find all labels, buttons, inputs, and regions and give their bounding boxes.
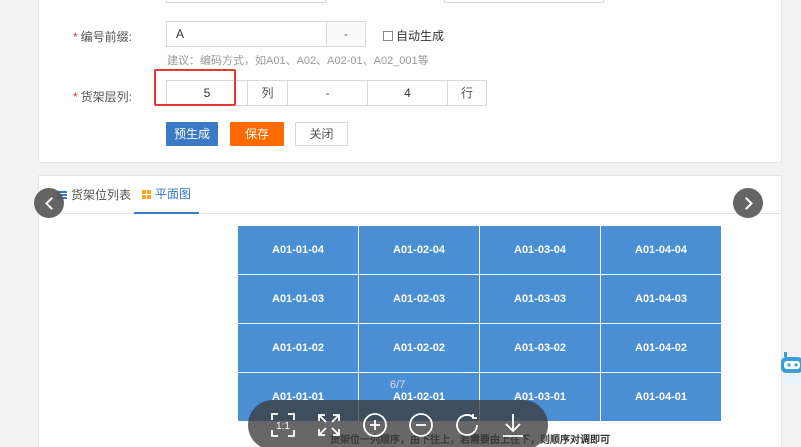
shelf-cell[interactable]: A01-04-04 [601, 226, 721, 274]
close-button[interactable]: 关闭 [295, 122, 348, 146]
required-mark: * [72, 30, 78, 44]
fullscreen-icon[interactable] [314, 410, 344, 440]
shelf-cell[interactable]: A01-03-04 [480, 226, 600, 274]
shelf-grid: A01-01-04 A01-02-04 A01-03-04 A01-04-04 … [238, 226, 721, 421]
shelf-cell[interactable]: A01-02-04 [359, 226, 479, 274]
rotate-icon[interactable] [452, 410, 482, 440]
chevron-left-icon [44, 196, 58, 210]
chevron-right-icon [739, 196, 753, 210]
zoom-in-icon[interactable] [360, 410, 390, 440]
tab-floor-plan-label: 平面图 [155, 187, 192, 201]
tab-floor-plan[interactable]: 平面图 [134, 176, 200, 214]
shelf-cell[interactable]: A01-04-03 [601, 275, 721, 323]
upper-input-stub[interactable] [166, 0, 326, 3]
prefix-label-text: 编号前缀: [80, 30, 132, 44]
tab-bar: 货架位列表 平面图 [39, 176, 781, 214]
prefix-label: * 编号前缀: [60, 28, 132, 45]
prefix-hint: 建议：编码方式，如A01、A02、A02-01、A02_001等 [167, 55, 429, 67]
auto-generate-label: 自动生成 [396, 29, 445, 43]
shelf-cell[interactable]: A01-04-02 [601, 324, 721, 372]
previous-image-button[interactable] [34, 188, 64, 218]
shelf-cell[interactable]: A01-03-03 [480, 275, 600, 323]
download-icon[interactable] [498, 410, 528, 440]
grid-icon [142, 189, 151, 199]
next-image-button[interactable] [733, 188, 763, 218]
required-mark: * [72, 90, 78, 104]
viewer-toolbar: 1:1 [248, 400, 548, 447]
columns-unit: 列 [247, 80, 288, 106]
actual-size-icon[interactable]: 1:1 [268, 410, 298, 440]
columns-highlight-box [154, 69, 236, 106]
shelf-cell[interactable]: A01-03-02 [480, 324, 600, 372]
zoom-out-icon[interactable] [406, 410, 436, 440]
upper-input-stub-right[interactable] [444, 0, 604, 3]
tab-shelf-list[interactable]: 货架位列表 [57, 176, 131, 214]
auto-generate-checkbox[interactable]: 自动生成 [383, 27, 444, 44]
assistant-robot-icon[interactable] [781, 352, 801, 386]
prefix-input[interactable]: A [166, 21, 327, 47]
shelf-separator: - [287, 80, 368, 106]
shelf-cell[interactable]: A01-01-04 [238, 226, 358, 274]
page-counter: 6/7 [390, 379, 406, 391]
shelf-cell[interactable]: A01-01-03 [238, 275, 358, 323]
shelf-label-text: 货架层列: [80, 90, 132, 104]
shelf-cell[interactable]: A01-04-01 [601, 373, 721, 421]
prefix-separator: - [326, 21, 366, 47]
rows-unit: 行 [447, 80, 487, 106]
rows-input[interactable]: 4 [367, 80, 448, 106]
shelf-cell[interactable]: A01-01-02 [238, 324, 358, 372]
shelf-cell[interactable]: A01-02-02 [359, 324, 479, 372]
save-button[interactable]: 保存 [230, 122, 284, 146]
svg-text:1:1: 1:1 [276, 421, 290, 432]
checkbox-icon[interactable] [383, 30, 393, 41]
shelf-label: * 货架层列: [60, 88, 132, 105]
tab-shelf-list-label: 货架位列表 [71, 188, 132, 202]
pregenerate-button[interactable]: 预生成 [166, 122, 218, 146]
shelf-cell[interactable]: A01-02-03 [359, 275, 479, 323]
